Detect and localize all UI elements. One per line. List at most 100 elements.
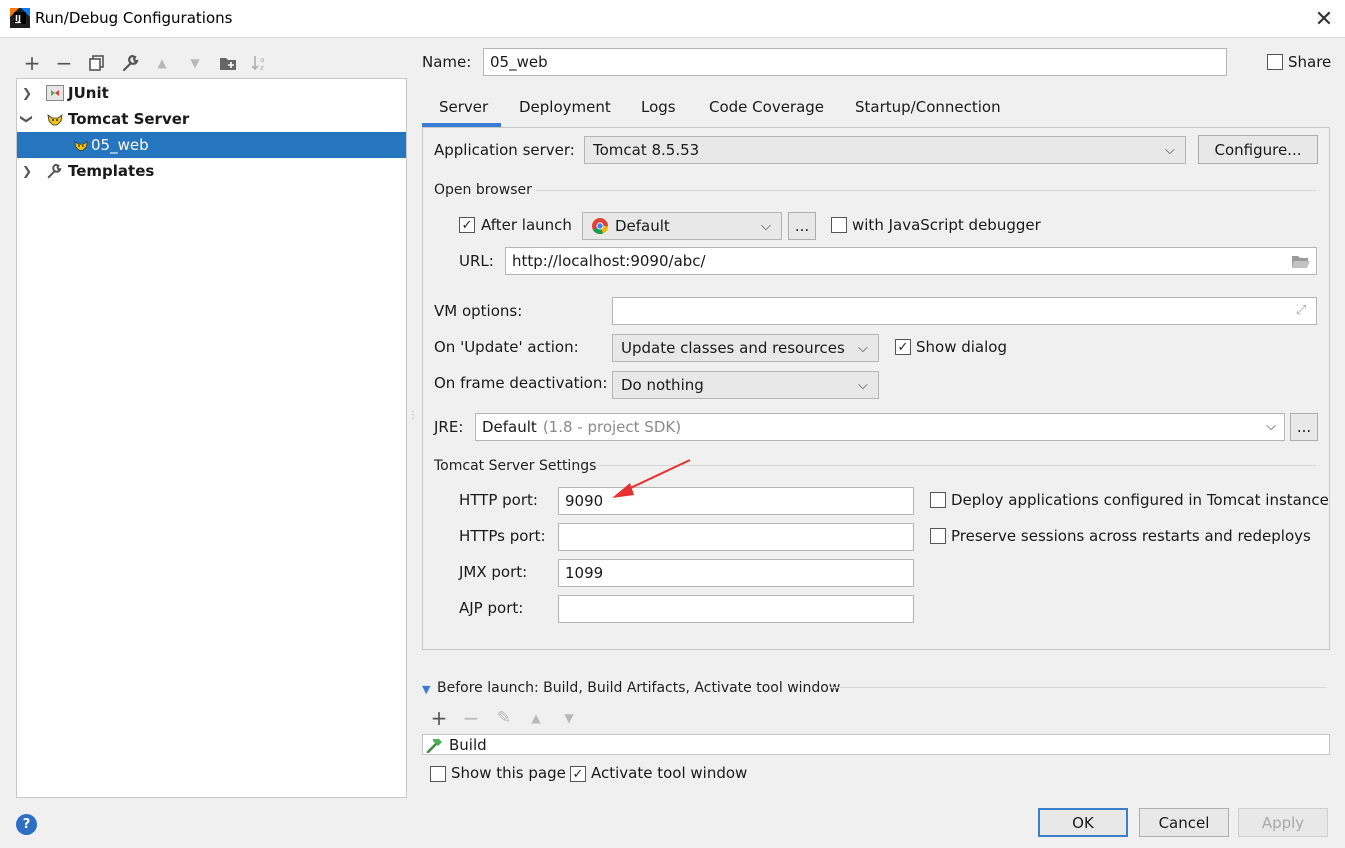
application-server-select[interactable]: Tomcat 8.5.53 ⌵ (584, 136, 1186, 164)
preserve-sessions-checkbox[interactable] (930, 528, 946, 544)
jre-hint: (1.8 - project SDK) (542, 418, 682, 436)
jmx-port-input[interactable]: 1099 (558, 559, 914, 587)
chevron-right-icon[interactable]: ❯ (20, 164, 34, 178)
name-input[interactable]: 05_web (483, 48, 1227, 76)
svg-text:z: z (260, 64, 264, 72)
svg-text:a: a (260, 56, 264, 64)
https-port-label: HTTPs port: (459, 527, 546, 545)
js-debugger-label: with JavaScript debugger (852, 216, 1041, 234)
vm-options-label: VM options: (434, 302, 523, 320)
tab-logs[interactable]: Logs (641, 96, 676, 126)
jre-label: JRE: (434, 418, 464, 436)
list-item-label: Build (449, 736, 487, 754)
move-down-icon[interactable]: ▼ (184, 52, 206, 74)
on-frame-deactivation-select[interactable]: Do nothing ⌵ (612, 371, 879, 399)
tree-item-tomcat-server[interactable]: ❯ Tomcat Server (17, 106, 406, 132)
configuration-tree[interactable]: ❯ JUnit ❯ Tomcat Server 05_web ❯ Templat… (16, 78, 407, 798)
cancel-button[interactable]: Cancel (1139, 808, 1229, 837)
move-up-icon[interactable]: ▲ (151, 52, 173, 74)
help-icon[interactable]: ? (16, 814, 37, 835)
apply-button[interactable]: Apply (1238, 808, 1328, 837)
activate-tool-window-label: Activate tool window (591, 764, 748, 782)
application-server-value: Tomcat 8.5.53 (593, 141, 700, 159)
sort-icon[interactable]: az (249, 52, 271, 74)
https-port-input[interactable] (558, 523, 914, 551)
after-launch-checkbox[interactable]: ✓ (459, 217, 475, 233)
chevron-down-icon[interactable]: ❯ (20, 112, 34, 126)
svg-text:IJ: IJ (15, 14, 21, 23)
jre-select[interactable]: Default (1.8 - project SDK) ⌵ (475, 413, 1285, 441)
close-icon[interactable]: ✕ (1308, 4, 1340, 34)
tree-item-templates[interactable]: ❯ Templates (17, 158, 406, 184)
tree-item-label: 05_web (91, 136, 149, 154)
expand-icon[interactable]: ⤢ (1296, 303, 1310, 318)
js-debugger-checkbox[interactable] (831, 217, 847, 233)
share-checkbox[interactable] (1267, 54, 1283, 70)
vm-options-input[interactable] (612, 297, 1317, 325)
jmx-port-label: JMX port: (459, 563, 528, 581)
move-up-icon[interactable]: ▲ (525, 707, 547, 729)
http-port-label: HTTP port: (459, 491, 538, 509)
deploy-apps-checkbox[interactable] (930, 492, 946, 508)
on-update-value: Update classes and resources (621, 339, 845, 357)
tab-server[interactable]: Server (439, 96, 488, 126)
chevron-down-icon: ⌵ (761, 219, 771, 234)
url-input[interactable]: http://localhost:9090/abc/ (505, 247, 1317, 275)
before-launch-title: Before launch: Build, Build Artifacts, A… (437, 680, 841, 696)
remove-icon[interactable]: − (53, 51, 75, 75)
annotation-arrow (612, 459, 691, 498)
name-label: Name: (422, 53, 472, 71)
copy-icon[interactable] (86, 52, 108, 74)
browser-select[interactable]: Default ⌵ (582, 212, 782, 240)
wrench-icon[interactable] (119, 52, 141, 74)
tomcat-icon (46, 111, 64, 127)
ajp-port-input[interactable] (558, 595, 914, 623)
tab-code-coverage[interactable]: Code Coverage (709, 96, 824, 126)
section-separator (830, 687, 1326, 688)
add-icon[interactable]: + (21, 51, 43, 75)
section-separator (596, 465, 1316, 466)
edit-icon[interactable]: ✎ (493, 707, 515, 729)
tab-startup-connection[interactable]: Startup/Connection (855, 96, 1001, 126)
wrench-icon (46, 163, 64, 179)
hammer-icon (425, 737, 445, 753)
show-dialog-label: Show dialog (916, 338, 1007, 356)
chrome-icon (591, 217, 609, 235)
on-update-label: On 'Update' action: (434, 338, 579, 356)
tree-item-05-web[interactable]: 05_web (17, 132, 406, 158)
collapse-triangle-icon[interactable]: ▼ (422, 683, 430, 696)
show-this-page-checkbox[interactable] (430, 766, 446, 782)
show-dialog-checkbox[interactable]: ✓ (895, 339, 911, 355)
preserve-sessions-label: Preserve sessions across restarts and re… (951, 527, 1311, 545)
tree-item-junit[interactable]: ❯ JUnit (17, 80, 406, 106)
chevron-down-icon: ⌵ (858, 341, 868, 356)
intellij-app-icon: IJ (10, 8, 30, 28)
ajp-port-label: AJP port: (459, 599, 524, 617)
junit-icon (46, 85, 64, 101)
splitter-grip[interactable]: ⋮ (408, 411, 418, 430)
configure-button[interactable]: Configure... (1198, 135, 1318, 164)
browser-value: Default (615, 217, 670, 235)
before-launch-list[interactable]: Build (422, 734, 1330, 755)
on-update-select[interactable]: Update classes and resources ⌵ (612, 334, 879, 362)
application-server-label: Application server: (434, 141, 575, 159)
move-down-icon[interactable]: ▼ (558, 707, 580, 729)
tab-deployment[interactable]: Deployment (519, 96, 611, 126)
on-frame-deactivation-label: On frame deactivation: (434, 374, 608, 392)
chevron-right-icon[interactable]: ❯ (20, 86, 34, 100)
folder-open-icon[interactable] (1291, 253, 1311, 269)
ok-button[interactable]: OK (1038, 808, 1128, 837)
url-label: URL: (459, 252, 494, 270)
tree-item-label: Tomcat Server (68, 110, 190, 128)
activate-tool-window-checkbox[interactable]: ✓ (570, 766, 586, 782)
list-item[interactable]: Build (425, 736, 487, 754)
folder-add-icon[interactable] (217, 52, 239, 74)
remove-icon[interactable]: − (460, 706, 482, 730)
tomcat-settings-section-title: Tomcat Server Settings (434, 458, 597, 474)
jre-more-button[interactable]: ... (1290, 413, 1318, 441)
add-icon[interactable]: + (428, 706, 450, 730)
browser-more-button[interactable]: ... (788, 212, 816, 240)
tree-item-label: JUnit (68, 84, 109, 102)
chevron-down-icon: ⌵ (1165, 143, 1175, 158)
section-separator (536, 190, 1316, 191)
